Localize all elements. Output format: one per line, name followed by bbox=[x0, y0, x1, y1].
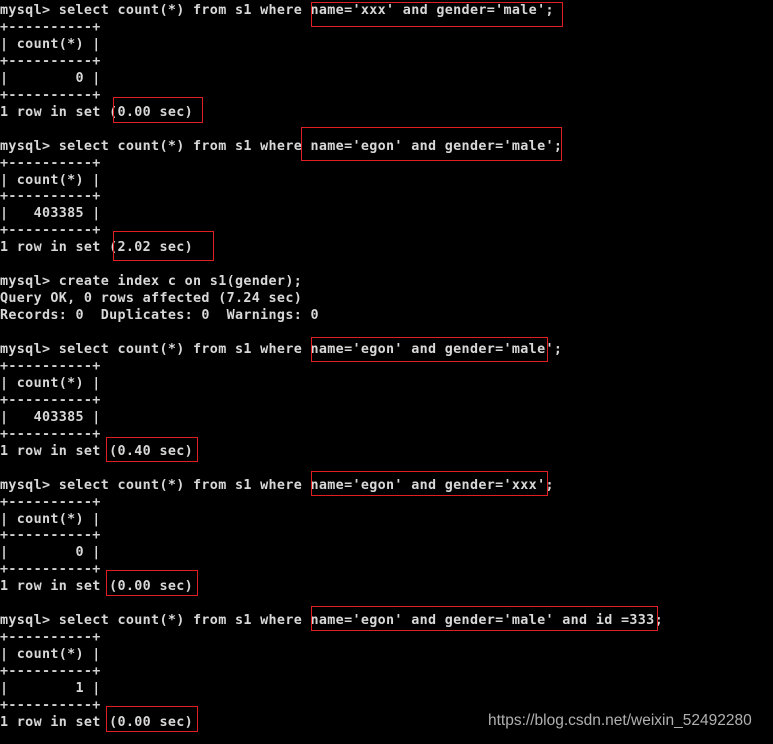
terminal-window[interactable]: mysql> select count(*) from s1 where nam… bbox=[0, 0, 773, 744]
terminal-line: +----------+ bbox=[0, 223, 101, 239]
terminal-line: mysql> select count(*) from s1 where nam… bbox=[0, 477, 554, 493]
watermark-text: https://blog.csdn.net/weixin_52492280 bbox=[488, 712, 752, 729]
terminal-line: Records: 0 Duplicates: 0 Warnings: 0 bbox=[0, 308, 319, 324]
terminal-line: +----------+ bbox=[0, 494, 101, 510]
terminal-line: Query OK, 0 rows affected (7.24 sec) bbox=[0, 291, 303, 307]
terminal-line: | 1 | bbox=[0, 681, 101, 696]
terminal-line: mysql> select count(*) from s1 where nam… bbox=[0, 342, 563, 357]
terminal-line: +----------+ bbox=[0, 155, 101, 171]
terminal-line: +----------+ bbox=[0, 189, 101, 205]
terminal-line: +----------+ bbox=[0, 392, 101, 408]
terminal-line: 1 row in set (0.00 sec) bbox=[0, 579, 194, 595]
terminal-line: 1 row in set (2.02 sec) bbox=[0, 240, 194, 256]
terminal-line: +----------+ bbox=[0, 562, 101, 578]
terminal-line: mysql> select count(*) from s1 where nam… bbox=[0, 138, 563, 154]
terminal-line: +----------+ bbox=[0, 426, 101, 442]
terminal-line: 1 row in set (0.00 sec) bbox=[0, 104, 194, 120]
terminal-line: | 0 | bbox=[0, 545, 101, 561]
terminal-line: | 403385 | bbox=[0, 409, 101, 425]
terminal-line: +----------+ bbox=[0, 697, 101, 713]
terminal-line: 1 row in set (0.00 sec) bbox=[0, 714, 194, 730]
terminal-line: | 0 | bbox=[0, 70, 101, 86]
terminal-line: +----------+ bbox=[0, 664, 101, 680]
terminal-line: +----------+ bbox=[0, 19, 101, 35]
terminal-line: | count(*) | bbox=[0, 36, 101, 52]
terminal-line: | 403385 | bbox=[0, 206, 101, 222]
terminal-line: | count(*) | bbox=[0, 375, 101, 391]
terminal-line: +----------+ bbox=[0, 358, 101, 374]
terminal-line: | count(*) | bbox=[0, 647, 101, 663]
terminal-line: +----------+ bbox=[0, 630, 101, 646]
terminal-line: 1 row in set (0.40 sec) bbox=[0, 443, 194, 459]
terminal-line: +----------+ bbox=[0, 53, 101, 69]
terminal-line: | count(*) | bbox=[0, 511, 101, 527]
terminal-line: mysql> select count(*) from s1 where nam… bbox=[0, 613, 663, 629]
terminal-line: mysql> create index c on s1(gender); bbox=[0, 274, 303, 290]
terminal-line: +----------+ bbox=[0, 87, 101, 103]
terminal-line: +----------+ bbox=[0, 528, 101, 544]
terminal-line: mysql> select count(*) from s1 where nam… bbox=[0, 3, 554, 18]
terminal-line: | count(*) | bbox=[0, 172, 101, 188]
